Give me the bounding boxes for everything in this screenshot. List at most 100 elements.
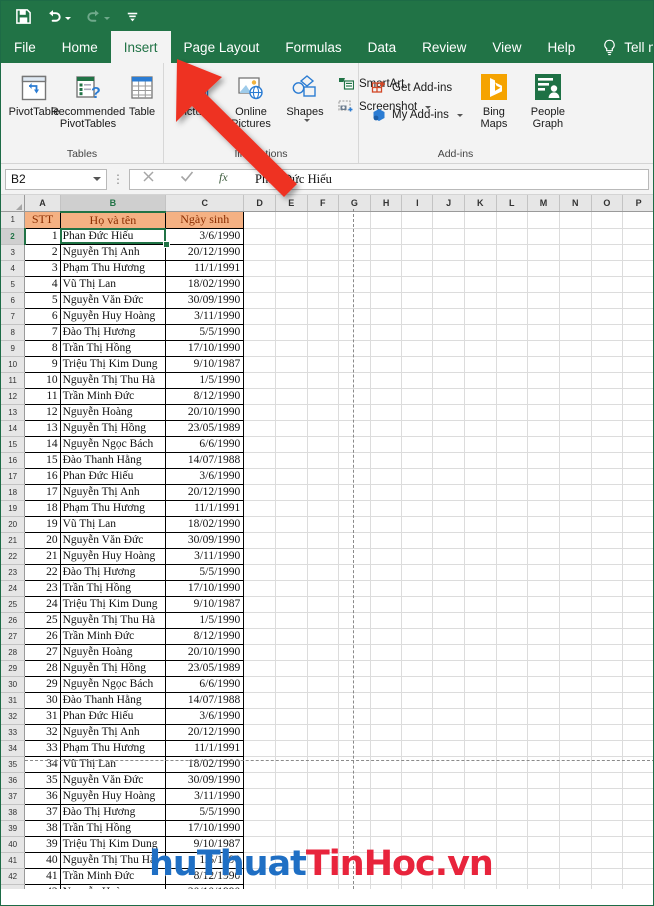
cell-L31[interactable] — [496, 692, 529, 709]
cell-A33[interactable]: 32 — [24, 723, 61, 741]
cell-D2[interactable] — [243, 228, 276, 245]
cell-N18[interactable] — [559, 484, 592, 501]
cell-C5[interactable]: 18/02/1990 — [165, 275, 245, 293]
cell-M34[interactable] — [527, 740, 560, 757]
cell-C13[interactable]: 20/10/1990 — [165, 403, 245, 421]
cell-E16[interactable] — [275, 452, 308, 469]
cell-D26[interactable] — [243, 612, 276, 629]
row-header-40[interactable]: 40 — [1, 836, 26, 853]
cell-K18[interactable] — [464, 484, 497, 501]
cell-L28[interactable] — [496, 644, 529, 661]
cell-N30[interactable] — [559, 676, 592, 693]
cell-F8[interactable] — [307, 324, 340, 341]
cell-I16[interactable] — [401, 452, 434, 469]
pictures-button[interactable]: Pictures — [170, 70, 224, 121]
row-header-17[interactable]: 17 — [1, 468, 26, 485]
cell-B1[interactable]: Họ và tên — [59, 211, 167, 229]
tell-me-box[interactable]: Tell me w — [588, 31, 653, 63]
cell-C39[interactable]: 17/10/1990 — [165, 819, 245, 837]
cell-A7[interactable]: 6 — [24, 307, 61, 325]
cell-M41[interactable] — [527, 852, 560, 869]
cell-E24[interactable] — [275, 580, 308, 597]
row-header-1[interactable]: 1 — [1, 211, 26, 229]
cell-D13[interactable] — [243, 404, 276, 421]
tab-review[interactable]: Review — [409, 31, 479, 63]
cell-D35[interactable] — [243, 756, 276, 773]
cell-P35[interactable] — [622, 756, 653, 773]
cell-I43[interactable] — [401, 884, 434, 889]
cell-D8[interactable] — [243, 324, 276, 341]
cell-C15[interactable]: 6/6/1990 — [165, 435, 245, 453]
row-header-35[interactable]: 35 — [1, 756, 26, 773]
cell-K21[interactable] — [464, 532, 497, 549]
cell-O27[interactable] — [591, 628, 624, 645]
cell-B42[interactable]: Trần Minh Đức — [59, 867, 167, 885]
cell-J17[interactable] — [432, 468, 465, 485]
cell-I5[interactable] — [401, 276, 434, 293]
cell-N34[interactable] — [559, 740, 592, 757]
cell-C17[interactable]: 3/6/1990 — [165, 467, 245, 485]
cell-L7[interactable] — [496, 308, 529, 325]
cell-O5[interactable] — [591, 276, 624, 293]
cell-B35[interactable]: Vũ Thị Lan — [59, 755, 167, 773]
row-header-3[interactable]: 3 — [1, 244, 26, 261]
cell-B38[interactable]: Đào Thị Hương — [59, 803, 167, 821]
cell-E20[interactable] — [275, 516, 308, 533]
cell-N4[interactable] — [559, 260, 592, 277]
cell-P1[interactable] — [622, 211, 653, 229]
cell-J22[interactable] — [432, 548, 465, 565]
cell-D12[interactable] — [243, 388, 276, 405]
cell-D18[interactable] — [243, 484, 276, 501]
cell-O31[interactable] — [591, 692, 624, 709]
cell-J10[interactable] — [432, 356, 465, 373]
cell-A13[interactable]: 12 — [24, 403, 61, 421]
cell-H40[interactable] — [370, 836, 403, 853]
cell-K41[interactable] — [464, 852, 497, 869]
cell-J28[interactable] — [432, 644, 465, 661]
cell-O19[interactable] — [591, 500, 624, 517]
cell-N17[interactable] — [559, 468, 592, 485]
cell-N2[interactable] — [559, 228, 592, 245]
cell-G39[interactable] — [338, 820, 371, 837]
cell-G14[interactable] — [338, 420, 371, 437]
cell-M18[interactable] — [527, 484, 560, 501]
cell-A24[interactable]: 23 — [24, 579, 61, 597]
cell-P15[interactable] — [622, 436, 653, 453]
cell-M32[interactable] — [527, 708, 560, 725]
cell-A38[interactable]: 37 — [24, 803, 61, 821]
cell-J37[interactable] — [432, 788, 465, 805]
cell-D11[interactable] — [243, 372, 276, 389]
cell-P10[interactable] — [622, 356, 653, 373]
cell-D17[interactable] — [243, 468, 276, 485]
cell-L3[interactable] — [496, 244, 529, 261]
cell-G25[interactable] — [338, 596, 371, 613]
cell-K17[interactable] — [464, 468, 497, 485]
row-header-21[interactable]: 21 — [1, 532, 26, 549]
cell-M10[interactable] — [527, 356, 560, 373]
cell-G35[interactable] — [338, 756, 371, 773]
cell-M31[interactable] — [527, 692, 560, 709]
cell-F9[interactable] — [307, 340, 340, 357]
cell-J9[interactable] — [432, 340, 465, 357]
cell-P17[interactable] — [622, 468, 653, 485]
cell-L16[interactable] — [496, 452, 529, 469]
row-header-30[interactable]: 30 — [1, 676, 26, 693]
cell-M16[interactable] — [527, 452, 560, 469]
cell-I14[interactable] — [401, 420, 434, 437]
cell-I34[interactable] — [401, 740, 434, 757]
cell-C3[interactable]: 20/12/1990 — [165, 243, 245, 261]
formula-input[interactable]: Phan Đức Hiếu — [247, 168, 649, 190]
cell-B23[interactable]: Đào Thị Hương — [59, 563, 167, 581]
cell-A4[interactable]: 3 — [24, 259, 61, 277]
cell-D39[interactable] — [243, 820, 276, 837]
cell-M22[interactable] — [527, 548, 560, 565]
cell-G12[interactable] — [338, 388, 371, 405]
cell-G2[interactable] — [338, 228, 371, 245]
cell-O12[interactable] — [591, 388, 624, 405]
cell-K3[interactable] — [464, 244, 497, 261]
cell-N36[interactable] — [559, 772, 592, 789]
cell-O18[interactable] — [591, 484, 624, 501]
cell-G41[interactable] — [338, 852, 371, 869]
cell-B2[interactable]: Phan Đức Hiếu — [59, 227, 167, 245]
cell-I31[interactable] — [401, 692, 434, 709]
